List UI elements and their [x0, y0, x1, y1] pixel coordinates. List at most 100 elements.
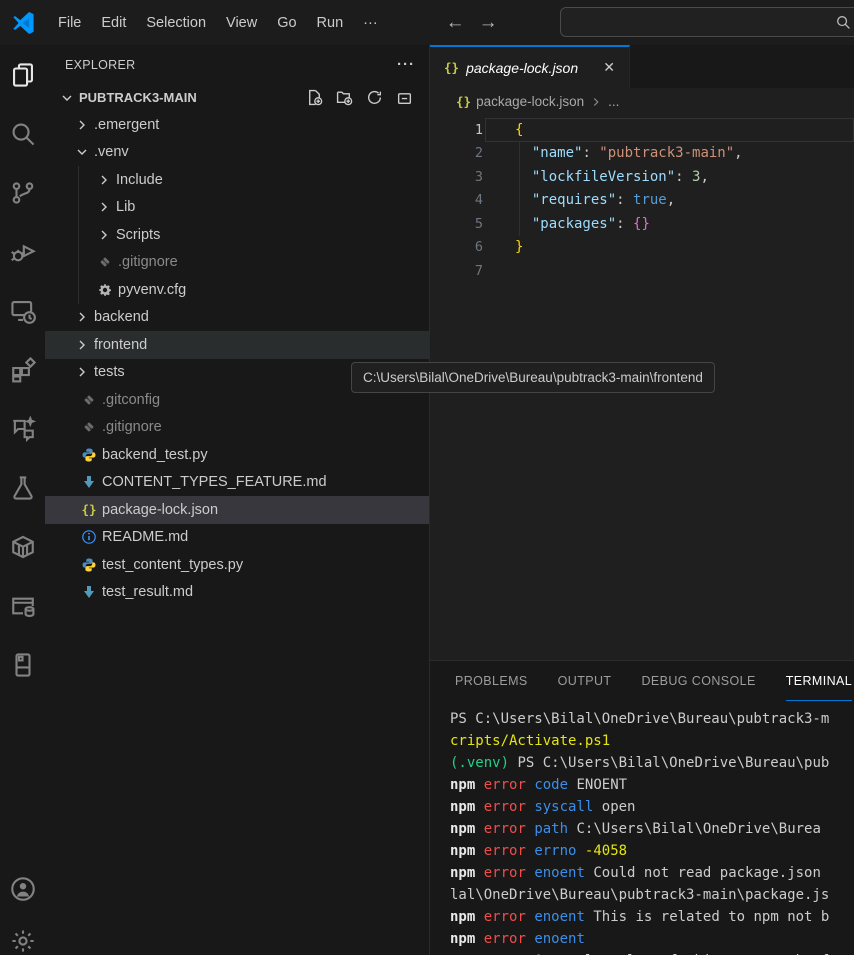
testing-icon[interactable]: [0, 458, 45, 517]
close-icon[interactable]: ✕: [599, 57, 619, 78]
code-line-7[interactable]: 7: [430, 259, 854, 283]
line-number: 1: [430, 122, 485, 138]
explorer-icon: [10, 62, 36, 88]
tree-file-content-types-feature-md[interactable]: CONTENT_TYPES_FEATURE.md: [45, 469, 429, 497]
file-label: CONTENT_TYPES_FEATURE.md: [102, 474, 327, 490]
json-icon: {}: [81, 502, 96, 517]
menu-go[interactable]: Go: [267, 10, 306, 36]
breadcrumb[interactable]: {} package-lock.json ...: [430, 88, 854, 115]
menu-file[interactable]: File: [48, 10, 91, 36]
code-line-3[interactable]: 3 "lockfileVersion": 3,: [430, 165, 854, 189]
code-line-6[interactable]: 6}: [430, 236, 854, 260]
new-folder-icon[interactable]: [336, 89, 353, 106]
terminal-line: npm error enoent: [450, 928, 854, 950]
git-icon: [97, 254, 113, 270]
terminal-line: npm error code ENOENT: [450, 774, 854, 796]
extensions-icon[interactable]: [0, 340, 45, 399]
remote-explorer-icon[interactable]: [0, 281, 45, 340]
tree-file-test-result-md[interactable]: test_result.md: [45, 579, 429, 607]
terminal-line: npm error path C:\Users\Bilal\OneDrive\B…: [450, 818, 854, 840]
breadcrumb-ellipsis[interactable]: ...: [608, 94, 619, 109]
tab-package-lock-json[interactable]: {} package-lock.json ✕: [430, 45, 630, 88]
account-icon: [10, 876, 36, 902]
source-control-icon[interactable]: [0, 163, 45, 222]
tree-folder-lib[interactable]: Lib: [45, 194, 429, 222]
nav-forward-icon[interactable]: →: [479, 12, 498, 34]
testing-icon: [10, 475, 36, 501]
explorer-icon[interactable]: [0, 45, 45, 104]
file-label: backend_test.py: [102, 447, 208, 463]
vscode-logo-icon: [10, 10, 36, 36]
settings-gear-icon: [10, 928, 36, 954]
device-icon[interactable]: [0, 635, 45, 694]
file-label: frontend: [94, 337, 147, 353]
run-debug-icon[interactable]: [0, 222, 45, 281]
code-line-1[interactable]: 1{: [430, 118, 854, 142]
tree-folder--emergent[interactable]: .emergent: [45, 111, 429, 139]
search-icon[interactable]: [0, 104, 45, 163]
tree-file--gitignore[interactable]: .gitignore: [45, 249, 429, 277]
file-label: .gitconfig: [102, 392, 160, 408]
command-center-search[interactable]: [560, 7, 854, 37]
breadcrumb-file[interactable]: package-lock.json: [476, 94, 584, 109]
extensions-icon: [10, 357, 36, 383]
tree-folder--venv[interactable]: .venv: [45, 139, 429, 167]
file-label: pyvenv.cfg: [118, 282, 186, 298]
refresh-icon[interactable]: [366, 89, 383, 106]
new-file-icon[interactable]: [306, 89, 323, 106]
terminal-line: cripts/Activate.ps1: [450, 730, 854, 752]
settings-gear-icon[interactable]: [0, 915, 45, 955]
search-input[interactable]: [561, 15, 836, 30]
menu-run[interactable]: Run: [307, 10, 354, 36]
database-window-icon[interactable]: [0, 576, 45, 635]
workspace-name: PUBTRACK3-MAIN: [79, 90, 197, 105]
container-icon[interactable]: [0, 517, 45, 576]
tree-folder-include[interactable]: Include: [45, 166, 429, 194]
panel-tab-problems[interactable]: PROBLEMS: [455, 661, 528, 701]
menu-view[interactable]: View: [216, 10, 267, 36]
python-icon: [81, 557, 97, 573]
code-line-4[interactable]: 4 "requires": true,: [430, 189, 854, 213]
python-icon: [81, 447, 97, 463]
tree-folder-frontend[interactable]: frontend: [45, 331, 429, 359]
code-line-2[interactable]: 2 "name": "pubtrack3-main",: [430, 142, 854, 166]
terminal-output[interactable]: PS C:\Users\Bilal\OneDrive\Bureau\pubtra…: [430, 701, 854, 955]
tree-file-test-content-types-py[interactable]: test_content_types.py: [45, 551, 429, 579]
line-number: 2: [430, 145, 485, 161]
file-label: .gitignore: [118, 254, 178, 270]
panel-tab-terminal[interactable]: TERMINAL: [786, 661, 852, 701]
chevron-right-icon: [74, 337, 90, 353]
tree-file-pyvenv-cfg[interactable]: pyvenv.cfg: [45, 276, 429, 304]
tree-file-readme-md[interactable]: README.md: [45, 524, 429, 552]
menu-selection[interactable]: Selection: [136, 10, 216, 36]
code-line-5[interactable]: 5 "packages": {}: [430, 212, 854, 236]
tree-folder-backend[interactable]: backend: [45, 304, 429, 332]
vscode-window: FileEditSelectionViewGoRun··· ← → EXPLOR…: [0, 0, 854, 955]
tree-folder-scripts[interactable]: Scripts: [45, 221, 429, 249]
menu-edit[interactable]: Edit: [91, 10, 136, 36]
chevron-down-icon: [59, 90, 75, 106]
chevron-right-icon: [74, 117, 90, 133]
nav-back-icon[interactable]: ←: [446, 12, 465, 34]
file-label: Include: [116, 172, 163, 188]
file-label: .emergent: [94, 117, 159, 133]
tree-file-package-lock-json[interactable]: {}package-lock.json: [45, 496, 429, 524]
terminal-line: PS C:\Users\Bilal\OneDrive\Bureau\pubtra…: [450, 708, 854, 730]
line-number: 6: [430, 239, 485, 255]
more-actions-icon[interactable]: ···: [397, 56, 415, 73]
markdown-icon: [81, 584, 97, 600]
menu-[interactable]: ···: [353, 10, 388, 36]
tree-file--gitignore[interactable]: .gitignore: [45, 414, 429, 442]
tree-file-backend-test-py[interactable]: backend_test.py: [45, 441, 429, 469]
panel-tab-output[interactable]: OUTPUT: [558, 661, 612, 701]
bottom-panel: PROBLEMS OUTPUT DEBUG CONSOLE TERMINAL PS C…: [430, 660, 854, 955]
chevron-right-icon: [589, 95, 603, 109]
chevron-right-icon: [74, 309, 90, 325]
file-label: .venv: [94, 144, 129, 160]
source-control-icon: [10, 180, 36, 206]
workspace-section-header[interactable]: PUBTRACK3-MAIN: [45, 84, 429, 111]
collapse-all-icon[interactable]: [396, 89, 413, 106]
panel-tab-debug-console[interactable]: DEBUG CONSOLE: [641, 661, 755, 701]
chat-icon[interactable]: [0, 399, 45, 458]
account-icon[interactable]: [0, 863, 45, 915]
